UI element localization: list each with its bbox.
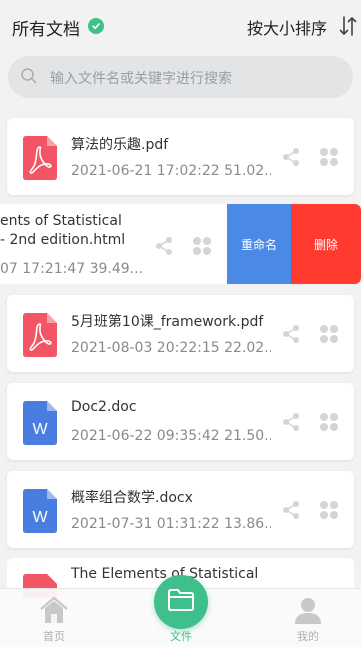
share-icon[interactable] <box>154 236 174 256</box>
file-name-line1: ents of Statistical <box>0 213 122 229</box>
file-item[interactable]: 算法的乐趣.pdf 2021-06-21 17:02:22 51.02... <box>7 118 354 195</box>
file-name: ents of Statistical - 2nd edition.html <box>0 212 150 250</box>
folder-icon <box>168 589 194 615</box>
header: 所有文档 按大小排序 <box>0 0 361 52</box>
share-icon[interactable] <box>281 412 301 432</box>
pdf-file-icon <box>23 136 57 180</box>
file-meta: 07 17:21:47 39.49... <box>0 261 144 277</box>
word-file-icon: W <box>23 401 57 445</box>
search-input[interactable]: 输入文件名或关键字进行搜索 <box>8 56 353 98</box>
file-meta: 2021-08-03 20:22:15 22.02... <box>71 340 271 356</box>
file-name-line2: - 2nd edition.html <box>0 232 126 248</box>
page-title[interactable]: 所有文档 <box>12 15 80 40</box>
tab-home-label: 首页 <box>43 630 65 643</box>
tab-mine-label: 我的 <box>297 630 319 643</box>
tab-files-label: 文件 <box>170 630 192 643</box>
delete-button[interactable]: 删除 <box>291 204 361 284</box>
pdf-file-icon <box>23 313 57 357</box>
file-item[interactable]: W Doc2.doc 2021-06-22 09:35:42 21.50... <box>7 383 354 460</box>
share-icon[interactable] <box>281 500 301 520</box>
file-meta: 2021-07-31 01:31:22 13.86... <box>71 516 271 532</box>
more-icon[interactable] <box>319 500 339 520</box>
tab-mine[interactable]: 我的 <box>268 589 348 647</box>
search-placeholder: 输入文件名或关键字进行搜索 <box>50 71 232 87</box>
svg-text:W: W <box>32 509 48 526</box>
files-fab-button[interactable] <box>154 575 208 629</box>
share-icon[interactable] <box>281 147 301 167</box>
file-name: 概率组合数学.docx <box>71 490 193 506</box>
tab-home[interactable]: 首页 <box>14 589 94 647</box>
file-name: 算法的乐趣.pdf <box>71 137 169 153</box>
file-meta: 2021-06-21 17:02:22 51.02... <box>71 163 271 179</box>
more-icon[interactable] <box>319 412 339 432</box>
sort-label[interactable]: 按大小排序 <box>247 15 327 39</box>
more-icon[interactable] <box>192 236 212 256</box>
svg-text:W: W <box>32 421 48 438</box>
check-icon <box>88 18 104 34</box>
share-icon[interactable] <box>281 324 301 344</box>
file-meta: 2021-06-22 09:35:42 21.50... <box>71 428 271 444</box>
word-file-icon: W <box>23 489 57 533</box>
home-icon <box>39 596 69 628</box>
file-name: Doc2.doc <box>71 399 137 415</box>
more-icon[interactable] <box>319 324 339 344</box>
user-icon <box>294 596 322 628</box>
rename-button[interactable]: 重命名 <box>227 204 291 284</box>
sort-icon[interactable] <box>339 15 357 37</box>
more-icon[interactable] <box>319 147 339 167</box>
swiped-file-item[interactable]: ents of Statistical - 2nd edition.html 0… <box>0 204 361 284</box>
file-name: 5月班第10课_framework.pdf <box>71 314 264 330</box>
file-item[interactable]: 5月班第10课_framework.pdf 2021-08-03 20:22:1… <box>7 295 354 372</box>
file-item[interactable]: W 概率组合数学.docx 2021-07-31 01:31:22 13.86.… <box>7 471 354 548</box>
search-icon <box>20 67 38 89</box>
